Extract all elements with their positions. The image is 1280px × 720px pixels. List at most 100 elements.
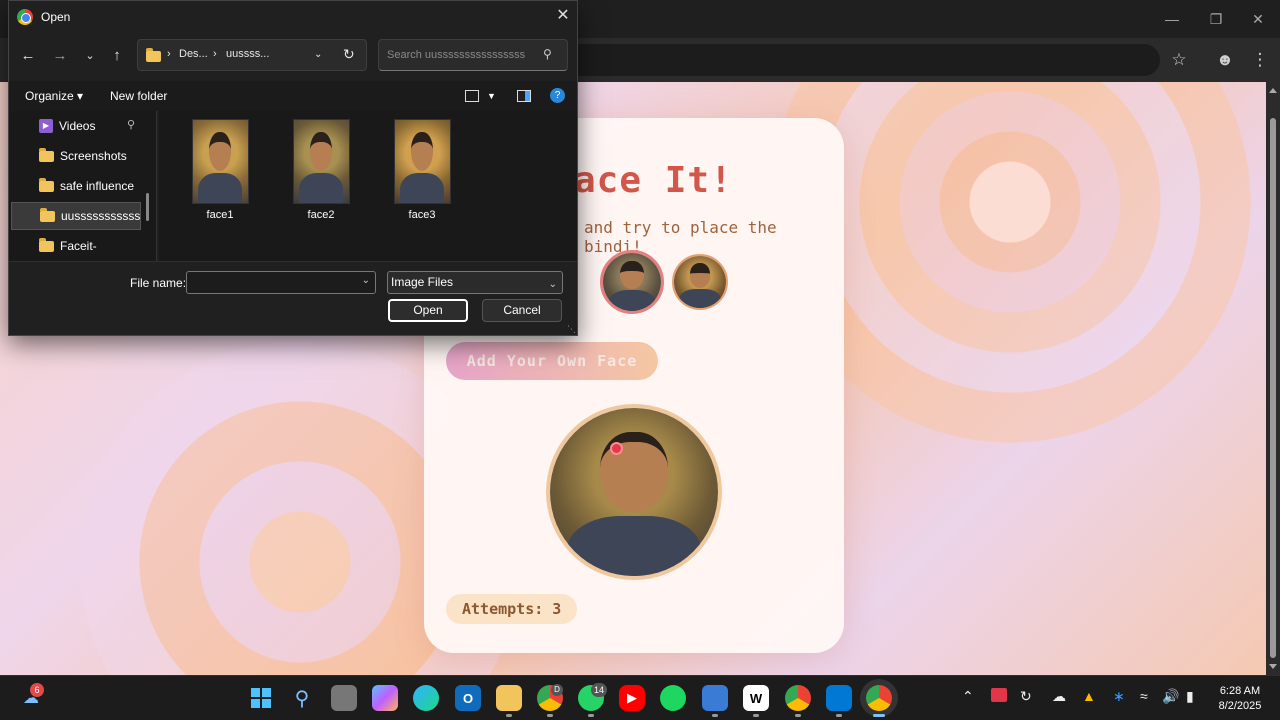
youtube-icon[interactable]: ▶ [619, 685, 645, 711]
system-clock[interactable]: 6:28 AM 8/2/2025 [1208, 684, 1272, 714]
taskbar: ☁ 6 ⚲ O D 14 ▶ W ⌃ ↻ ☁ ▲ ∗ ≈ 🔊 ▮ 6:28 AM… [0, 675, 1280, 720]
copilot-icon[interactable] [372, 685, 398, 711]
file-list: face1 face2 face3 [159, 111, 577, 261]
outlook-icon[interactable]: O [455, 685, 481, 711]
nav-item-uussss-selected[interactable]: uussssssssssssssss [11, 202, 141, 230]
back-arrow-icon[interactable]: ← [17, 45, 39, 67]
bluetooth-icon[interactable]: ∗ [1113, 688, 1125, 705]
scroll-up-icon[interactable] [1269, 88, 1277, 93]
nav-item-safe-influence[interactable]: safe influence [11, 172, 141, 200]
videos-icon: ▶ [39, 119, 53, 133]
resize-grip-icon[interactable]: ⋱ [567, 324, 576, 335]
recording-icon[interactable] [991, 688, 1007, 702]
file-name-dropdown-icon[interactable]: ⌄ [362, 275, 370, 286]
target-face-image[interactable] [546, 404, 722, 580]
vscode-running-indicator [836, 714, 842, 717]
forward-arrow-icon[interactable]: → [49, 45, 71, 67]
whatsapp-running-indicator [588, 714, 594, 717]
file-item-face2[interactable]: face2 [281, 119, 361, 221]
task-view-icon[interactable] [331, 685, 357, 711]
file-name-label: File name: [130, 276, 187, 290]
folder-icon [146, 48, 161, 62]
scroll-down-icon[interactable] [1269, 664, 1277, 669]
file-name: face2 [307, 209, 335, 221]
add-your-own-face-button[interactable]: Add Your Own Face [446, 342, 658, 380]
chrome-dev-icon[interactable] [785, 685, 811, 711]
battery-icon[interactable]: ▮ [1186, 688, 1194, 705]
up-arrow-icon[interactable]: ↑ [106, 45, 128, 67]
preview-pane-icon[interactable] [517, 90, 531, 102]
edge-icon[interactable] [413, 685, 439, 711]
address-bar[interactable] [560, 44, 1160, 76]
nav-item-label: Faceit- [60, 239, 97, 253]
show-hidden-icons-chevron-icon[interactable]: ⌃ [962, 688, 974, 705]
dialog-close-button[interactable]: ✕ [551, 5, 575, 27]
search-icon[interactable]: ⚲ [289, 685, 315, 711]
file-item-face1[interactable]: face1 [180, 119, 260, 221]
navigation-pane: ▶ Videos ⚲ Screenshots safe influence uu… [9, 111, 157, 261]
menu-icon[interactable]: ⋮ [1246, 46, 1274, 74]
onedrive-icon[interactable]: ☁ [1052, 688, 1066, 705]
restore-button[interactable]: ❐ [1196, 6, 1236, 32]
file-item-face3[interactable]: face3 [382, 119, 462, 221]
face3-thumbnail [393, 119, 451, 204]
breadcrumb-item-desktop[interactable]: Des... [179, 48, 208, 60]
file-name-input[interactable]: ⌄ [186, 271, 376, 294]
nav-item-faceit[interactable]: Faceit- [11, 232, 141, 260]
spotify-icon[interactable] [660, 685, 686, 711]
attempts-counter: Attempts: 3 [446, 594, 578, 624]
page-scrollbar[interactable] [1266, 82, 1280, 675]
nav-item-screenshots[interactable]: Screenshots [11, 142, 141, 170]
wifi-icon[interactable]: ≈ [1140, 688, 1148, 704]
refresh-icon[interactable]: ↻ [343, 46, 355, 63]
search-icon: ⚲ [543, 47, 552, 61]
bookmark-star-icon[interactable]: ☆ [1165, 46, 1193, 74]
file-name: face3 [408, 209, 436, 221]
command-bar: Organize ▾ New folder ▼ ? [9, 81, 577, 111]
nav-item-label: uussssssssssssssss [61, 209, 141, 223]
cancel-button[interactable]: Cancel [482, 299, 562, 322]
notification-badge: 6 [30, 683, 44, 697]
chrome-icon[interactable] [866, 685, 892, 711]
breadcrumb-separator-icon: › [213, 48, 217, 60]
vscode-icon[interactable] [826, 685, 852, 711]
breadcrumb-item-folder[interactable]: uussss... [226, 48, 269, 60]
dialog-titlebar: Open [17, 7, 70, 27]
start-icon[interactable] [248, 685, 274, 711]
scroll-thumb[interactable] [1270, 118, 1276, 658]
profile-icon[interactable]: ☻ [1211, 46, 1239, 74]
view-options-icon[interactable] [465, 90, 479, 102]
organize-menu[interactable]: Organize ▾ [25, 89, 83, 103]
folder-icon [39, 147, 54, 162]
breadcrumb-dropdown-icon[interactable]: ⌄ [314, 49, 322, 60]
dialog-footer: File name: ⌄ Image Files ⌄ Open Cancel ⋱ [9, 261, 577, 335]
breadcrumb[interactable]: › Des... › uussss... ⌄ ↻ [137, 39, 367, 71]
notepad-icon[interactable] [702, 685, 728, 711]
new-folder-button[interactable]: New folder [110, 89, 167, 103]
face-option-2-selected[interactable] [600, 250, 664, 314]
nav-pane-scrollbar[interactable] [146, 193, 149, 221]
sync-icon[interactable]: ↻ [1020, 688, 1032, 705]
bindi-marker [610, 442, 623, 455]
recent-locations-chevron-icon[interactable]: ⌄ [79, 45, 101, 67]
open-button[interactable]: Open [388, 299, 468, 322]
volume-icon[interactable]: 🔊 [1162, 688, 1179, 705]
file-type-dropdown-icon: ⌄ [548, 279, 557, 290]
view-dropdown-icon[interactable]: ▼ [487, 91, 496, 101]
search-input[interactable]: Search uussssssssssssssss ⚲ [378, 39, 568, 71]
clock-time: 6:28 AM [1219, 685, 1261, 697]
folder-icon [39, 177, 54, 192]
file-type-select[interactable]: Image Files ⌄ [387, 271, 563, 294]
face-option-3[interactable] [672, 254, 728, 310]
clock-date: 8/2/2025 [1218, 700, 1262, 712]
face2-thumbnail [292, 119, 350, 204]
nav-item-label: Videos [59, 119, 96, 133]
minimize-button[interactable]: — [1152, 6, 1192, 32]
defender-icon[interactable]: ▲ [1082, 688, 1096, 704]
file-explorer-icon[interactable] [496, 685, 522, 711]
nav-item-videos[interactable]: ▶ Videos ⚲ [11, 112, 141, 140]
organize-label: Organize [25, 89, 74, 103]
help-icon[interactable]: ? [550, 88, 565, 103]
wps-writer-icon[interactable]: W [743, 685, 769, 711]
close-window-button[interactable]: ✕ [1238, 6, 1278, 32]
